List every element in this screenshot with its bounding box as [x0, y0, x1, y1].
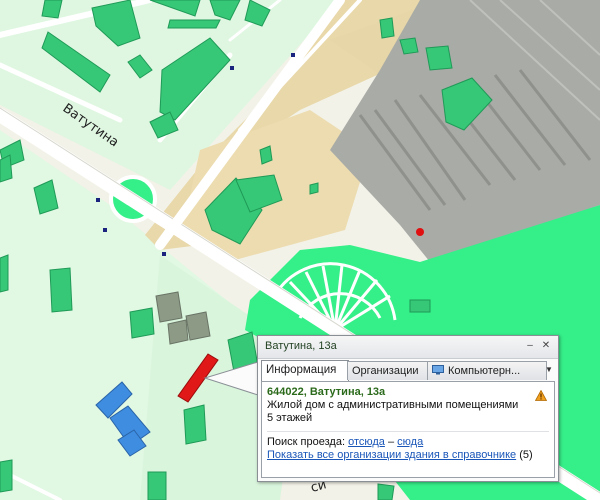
minimize-icon[interactable]: –: [524, 340, 536, 352]
route-search: Поиск проезда: отсюда – сюда: [267, 436, 549, 449]
tab-label: Компьютерн...: [448, 365, 521, 377]
address: 644022, Ватутина, 13а: [267, 386, 386, 398]
orgs-count: (5): [519, 449, 533, 461]
popup-tabs: Информация Организации Компьютерн... ▼: [261, 360, 555, 381]
route-prefix: Поиск проезда:: [267, 436, 345, 448]
building-description: Жилой дом с административными помещениям…: [267, 399, 519, 411]
tab-label: Информация: [266, 364, 337, 376]
location-marker[interactable]: [416, 228, 424, 236]
popup-content: 644022, Ватутина, 13а Жилой дом с админи…: [261, 381, 555, 478]
monitor-icon: [432, 365, 444, 375]
building-floors: 5 этажей: [267, 412, 313, 424]
tabs-scroll-down-icon[interactable]: ▼: [544, 363, 554, 377]
route-dash: –: [387, 436, 395, 448]
show-orgs-link[interactable]: Показать все организации здания в справо…: [267, 449, 516, 461]
tab-information[interactable]: Информация: [261, 360, 349, 381]
popup-title: Ватутина, 13а: [265, 340, 337, 352]
route-to-link[interactable]: сюда: [397, 436, 423, 448]
tab-label: Организации: [352, 365, 419, 377]
tab-computer[interactable]: Компьютерн...: [427, 361, 547, 380]
popup-header: Ватутина, 13а – ✕: [258, 336, 558, 359]
show-orgs-row: Показать все организации здания в справо…: [267, 449, 549, 462]
route-from-link[interactable]: отсюда: [348, 436, 385, 448]
close-icon[interactable]: ✕: [540, 340, 552, 352]
tab-organizations[interactable]: Организации: [347, 361, 429, 380]
info-popup: Ватутина, 13а – ✕ Информация Организации…: [257, 335, 559, 482]
divider: [267, 431, 549, 432]
warning-icon[interactable]: [535, 390, 547, 401]
